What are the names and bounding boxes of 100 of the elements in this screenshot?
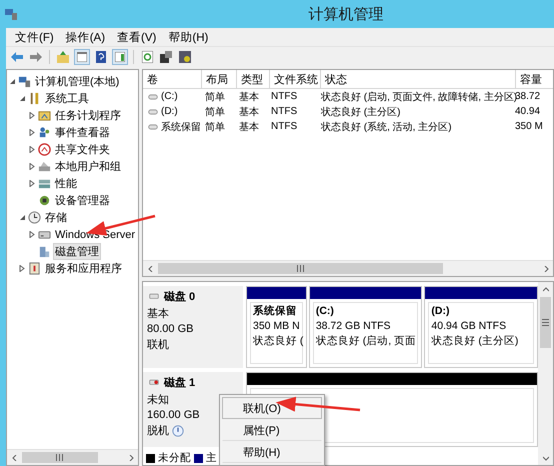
disk-name: 磁盘 1 [164, 376, 196, 390]
partition-block[interactable]: (C:) 38.72 GB NTFS 状态良好 (启动, 页面 [308, 286, 422, 368]
menu-item[interactable]: 文件(F) [10, 30, 59, 44]
table-cell-text: 基本 [239, 120, 259, 134]
tree-item[interactable]: 存储 [43, 209, 69, 226]
partition-size: 38.72 GB NTFS [316, 320, 392, 333]
table-cell-text: 状态良好 (系统, 活动, 主分区) [321, 120, 452, 134]
forward-button[interactable] [28, 49, 44, 65]
column-header[interactable]: 文件系统 [270, 70, 321, 88]
collapse-icon[interactable] [19, 214, 25, 221]
table-cell: 350 M [515, 121, 543, 132]
disk-size: 160.00 GB [147, 409, 201, 422]
tree-item[interactable]: 事件查看器 [53, 124, 112, 141]
expand-icon[interactable] [29, 163, 35, 170]
computer-icon [18, 75, 31, 88]
storage-icon [38, 177, 51, 190]
disk-name: 磁盘 0 [164, 290, 196, 304]
table-cell-text: 系统保留 [161, 120, 201, 134]
properties-button[interactable] [158, 49, 174, 65]
table-cell-text: 简单 [205, 106, 225, 118]
tree-item[interactable]: 本地用户和组 [53, 158, 123, 175]
computer-icon [4, 7, 18, 21]
scrollbar-thumb[interactable] [22, 452, 98, 463]
tree-item[interactable]: 共享文件夹 [53, 141, 112, 158]
tree-item[interactable]: 计算机管理(本地) [33, 73, 122, 90]
users-icon [38, 126, 51, 139]
disk-settings-button[interactable] [177, 49, 193, 65]
column-header[interactable]: 容量 [516, 70, 553, 88]
menu-item[interactable]: 查看(V) [112, 30, 162, 44]
disk-type: 基本 [147, 307, 170, 321]
grip-icon [297, 265, 304, 272]
legend-label: 未分配 [158, 451, 191, 465]
tree-item[interactable]: 磁盘管理 [53, 243, 101, 260]
expand-icon[interactable] [29, 112, 35, 119]
scroll-left-button[interactable] [12, 454, 18, 460]
partition-block[interactable]: (D:) 40.94 GB NTFS 状态良好 (主分区) [424, 286, 538, 368]
collapse-icon[interactable] [9, 78, 15, 85]
partition-status: 状态良好 (主分区) [431, 335, 520, 348]
disk-size: 80.00 GB [147, 323, 194, 335]
collapse-icon[interactable] [19, 95, 25, 102]
menu-item[interactable]: 帮助(H) [163, 30, 214, 44]
menu-item[interactable]: 属性(P) [222, 419, 322, 441]
expand-icon[interactable] [29, 231, 35, 238]
table-cell-text: 简单 [205, 120, 225, 134]
partition-title: (D:) [431, 305, 450, 318]
services-icon [38, 245, 51, 258]
scroll-right-button[interactable] [128, 454, 134, 460]
column-header[interactable]: 卷 [143, 70, 202, 88]
column-header[interactable]: 布局 [202, 70, 237, 88]
expand-icon[interactable] [29, 129, 35, 136]
refresh-button[interactable] [139, 49, 155, 65]
action-pane-button[interactable] [112, 49, 128, 65]
table-cell-text: 简单 [205, 90, 225, 104]
grip-icon [56, 454, 64, 461]
table-cell: NTFS [271, 106, 298, 117]
up-folder-button[interactable] [55, 49, 71, 65]
pane-toggle-button[interactable] [74, 49, 90, 65]
event-log-icon [28, 262, 41, 275]
table-cell: 38.72 [515, 91, 540, 102]
tree-item[interactable]: 服务和应用程序 [43, 260, 124, 277]
tree-item[interactable]: 任务计划程序 [53, 107, 123, 124]
expand-icon[interactable] [19, 265, 25, 272]
menu-item[interactable]: 操作(A) [60, 30, 110, 44]
window-title: 计算机管理 [308, 4, 384, 24]
menu-item[interactable]: 帮助(H) [222, 441, 322, 463]
column-header[interactable]: 类型 [237, 70, 270, 88]
drive-icon [147, 122, 159, 132]
partition-size: 40.94 GB NTFS [431, 320, 508, 333]
tree-item[interactable]: 设备管理器 [53, 192, 112, 209]
legend-label: 主 [206, 451, 217, 465]
tree-item[interactable]: 性能 [53, 175, 79, 192]
info-icon [172, 424, 184, 437]
scroll-left-button[interactable] [148, 266, 154, 272]
drive-icon [147, 106, 159, 116]
partition-title: 系统保留 [253, 305, 298, 318]
help-button[interactable] [93, 49, 109, 65]
disk-type: 未知 [147, 393, 170, 408]
tree-item[interactable]: 系统工具 [43, 90, 91, 107]
scroll-up-button[interactable] [542, 286, 548, 292]
shared-folder-icon [38, 109, 51, 122]
column-header[interactable]: 状态 [321, 70, 516, 88]
grip-icon [542, 319, 549, 326]
partition-block[interactable]: 系统保留 350 MB N 状态良好 ( [246, 286, 307, 368]
scrollbar-thumb[interactable] [540, 297, 551, 348]
clock-icon [28, 211, 41, 224]
partition-status: 状态良好 (启动, 页面 [316, 335, 416, 348]
scroll-right-button[interactable] [542, 266, 548, 272]
table-cell-text: 状态良好 (主分区) [321, 106, 400, 118]
table-cell: (C:) [161, 91, 178, 102]
menu-item[interactable]: 联机(O) [222, 397, 322, 419]
partition-title: (C:) [316, 305, 335, 318]
table-cell: NTFS [271, 121, 298, 132]
disk-info-panel[interactable]: 磁盘 0 基本 80.00 GB 联机 [143, 286, 243, 368]
table-cell: (D:) [161, 106, 178, 117]
partition-size: 350 MB N [253, 320, 300, 333]
scroll-down-button[interactable] [542, 454, 548, 460]
expand-icon[interactable] [29, 146, 35, 153]
table-cell: 40.94 [515, 106, 540, 117]
scrollbar-thumb[interactable] [158, 263, 443, 274]
expand-icon[interactable] [29, 180, 35, 187]
